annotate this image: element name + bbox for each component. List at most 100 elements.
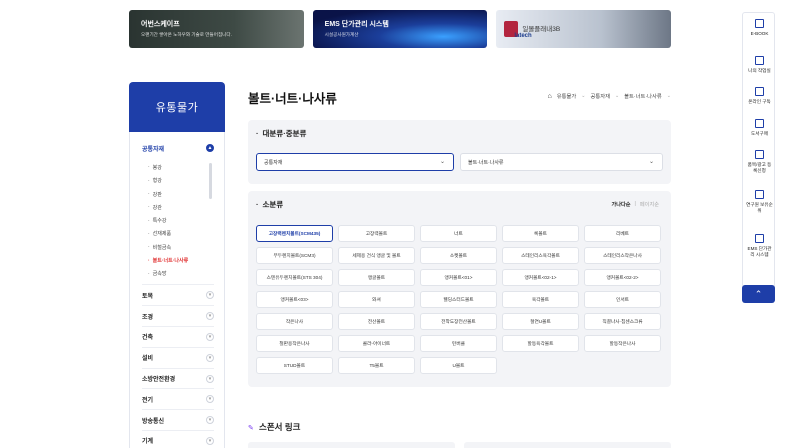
minor-category-item[interactable]: 고장력볼트: [338, 225, 415, 242]
minor-category-item[interactable]: 앵커볼트<01>: [420, 269, 497, 286]
submenu-item[interactable]: 강판: [148, 187, 214, 200]
home-icon[interactable]: ⌂: [548, 93, 552, 100]
minor-category-item[interactable]: 세제용 건식 앵글 및 볼트: [338, 247, 415, 264]
minor-category-item[interactable]: 록볼트: [502, 225, 579, 242]
sidebar-item-landscape[interactable]: 조경 ▾: [142, 306, 214, 328]
sidebar-item-fire-safety[interactable]: 소방안전환경 ▾: [142, 369, 214, 390]
major-category-select[interactable]: 공통자재 ⌄: [256, 153, 454, 171]
minor-category-item[interactable]: U볼트: [420, 357, 497, 374]
minor-category-panel: 소분류 가나다순 | 페이지순 고장력렌치볼트(SCM435) 고장력볼트 너트 록볼…: [248, 191, 671, 387]
minor-category-item[interactable]: 무두렌치볼트(SCM3): [256, 247, 333, 264]
sidebar-item-machinery[interactable]: 기계 ▾: [142, 431, 214, 448]
minor-category-item[interactable]: 작은나사: [256, 313, 333, 330]
chevron-down-icon[interactable]: ▾: [206, 353, 214, 362]
minor-category-item[interactable]: 턴버클: [420, 335, 497, 352]
minor-category-item[interactable]: 스텐유두렌치볼트(STS 304): [256, 269, 333, 286]
minor-category-item[interactable]: 할동작은나사: [584, 335, 661, 352]
sort-page[interactable]: 페이지순: [640, 201, 659, 208]
chevron-down-icon[interactable]: ⌄: [581, 93, 585, 99]
submenu-item[interactable]: 비철금속: [148, 241, 214, 254]
minor-category-item[interactable]: 앵글볼트: [338, 269, 415, 286]
minor-category-item[interactable]: T5볼트: [338, 357, 415, 374]
sponsor-link-box[interactable]: [464, 442, 671, 448]
quick-item-research[interactable]: 연구원 보유순위: [743, 190, 776, 214]
submenu-item[interactable]: 금속망: [148, 267, 214, 280]
quick-item-workspace[interactable]: 나의 작업실: [743, 56, 776, 74]
minor-category-item[interactable]: 리베트: [584, 225, 661, 242]
quick-item-label: E-BOOK: [750, 31, 769, 36]
banner-ems[interactable]: EMS 단가관리 시스템 시설공사원가계산: [312, 10, 488, 48]
chevron-down-icon[interactable]: ⌄: [615, 93, 619, 99]
chevron-down-icon[interactable]: ▾: [206, 291, 214, 300]
breadcrumb-item[interactable]: 볼트·너트·나사류: [624, 92, 662, 100]
sidebar-item-architecture[interactable]: 건축 ▾: [142, 327, 214, 348]
sort-options: 가나다순 | 페이지순: [611, 201, 659, 208]
sidebar-item-common-materials[interactable]: 공통자재 ▲: [142, 138, 214, 159]
minor-category-item-active[interactable]: 고장력렌치볼트(SCM435): [256, 225, 333, 242]
submenu-item[interactable]: 강관: [148, 201, 214, 214]
minor-category-item[interactable]: 앵커볼트<03>: [256, 291, 333, 308]
chevron-up-icon[interactable]: ▲: [206, 144, 214, 153]
minor-category-item[interactable]: 철판용작은나사: [256, 335, 333, 352]
minor-category-item[interactable]: 너트: [420, 225, 497, 242]
minor-category-item[interactable]: 앵커볼트<02-1>: [502, 269, 579, 286]
quick-item-label: 나의 작업실: [748, 68, 771, 73]
chevron-down-icon[interactable]: ▾: [206, 374, 214, 383]
banner-subtitle: 오랜기간 쌓아온 노하우와 기술로 만들어집니다.: [141, 32, 232, 37]
minor-category-item[interactable]: 앵커볼트<02-2>: [584, 269, 661, 286]
breadcrumb-item[interactable]: 공통자재: [590, 92, 610, 100]
quick-item-subscribe[interactable]: 온라인 구독: [743, 87, 776, 105]
quick-item-ems[interactable]: EMS 단가관리 시스템: [743, 234, 776, 258]
banner-subtitle: 시설공사원가계산: [324, 32, 359, 37]
scroll-top-button[interactable]: ⌃: [742, 285, 775, 303]
minor-category-item[interactable]: 전산볼트: [338, 313, 415, 330]
submenu-item[interactable]: 선재제품: [148, 227, 214, 240]
quick-item-register[interactable]: 품목/광고 등록신청: [743, 150, 776, 174]
banner-latech[interactable]: latech 일몰플래내3B: [496, 10, 672, 48]
submenu-scrollbar[interactable]: [209, 162, 212, 199]
quick-item-books[interactable]: 도서구매: [743, 119, 776, 137]
sort-alphabetical[interactable]: 가나다순: [611, 201, 630, 208]
edit-icon: [755, 150, 764, 159]
sidebar-menu: 공통자재 ▲ 봉강 형강 강판 강관 특수강 선재제품 비철금속 볼트·너트·나…: [129, 132, 225, 448]
minor-category-item[interactable]: 콜라-아이너트: [338, 335, 415, 352]
sponsor-links: [248, 442, 671, 448]
chevron-up-icon: ⌃: [754, 288, 763, 299]
banner-title: EMS 단가관리 시스템: [324, 21, 389, 28]
top-banners: 어번스케이프 오랜기간 쌓아온 노하우와 기술로 만들어집니다. EMS 단가관…: [129, 10, 672, 48]
submenu-item-active[interactable]: 볼트·너트·나사류: [148, 254, 214, 267]
minor-category-item[interactable]: 스테인리스육각볼트: [502, 247, 579, 264]
banner-urbanscape[interactable]: 어번스케이프 오랜기간 쌓아온 노하우와 기술로 만들어집니다.: [129, 10, 304, 48]
chevron-down-icon[interactable]: ▾: [206, 332, 214, 341]
quick-menu: E-BOOK 나의 작업실 온라인 구독 도서구매 품목/광고 등록신청 연구원…: [742, 12, 775, 288]
sidebar-item-civil[interactable]: 토목 ▾: [142, 285, 214, 307]
submenu-item[interactable]: 특수강: [148, 214, 214, 227]
sidebar-item-equipment[interactable]: 설비 ▾: [142, 348, 214, 369]
minor-category-item[interactable]: 전착도장전산볼트: [420, 313, 497, 330]
minor-category-item[interactable]: 절연U볼트: [502, 313, 579, 330]
minor-category-item[interactable]: 소켓볼트: [420, 247, 497, 264]
sidebar-item-electric[interactable]: 전기 ▾: [142, 389, 214, 411]
submenu-item[interactable]: 형강: [148, 174, 214, 187]
sidebar-item-label: 기계: [142, 439, 154, 446]
chevron-down-icon[interactable]: ▾: [206, 312, 214, 321]
sponsor-link-box[interactable]: [248, 442, 455, 448]
minor-category-item[interactable]: 할동육각볼트: [502, 335, 579, 352]
sidebar-item-broadcast[interactable]: 방송통신 ▾: [142, 410, 214, 432]
chevron-down-icon[interactable]: ▾: [206, 395, 214, 404]
minor-category-item[interactable]: 와셔: [338, 291, 415, 308]
minor-category-item[interactable]: 육각볼트: [502, 291, 579, 308]
minor-category-item[interactable]: 직결나사·칩센스크류: [584, 313, 661, 330]
medium-category-select[interactable]: 볼트·너트·나사류 ⌄: [460, 153, 663, 171]
chevron-down-icon[interactable]: ⌄: [667, 93, 671, 99]
sidebar-item-label: 공통자재: [142, 146, 165, 153]
minor-category-item[interactable]: 스테인리스작은나사: [584, 247, 661, 264]
quick-item-ebook[interactable]: E-BOOK: [743, 19, 776, 37]
chevron-down-icon[interactable]: ▾: [206, 436, 214, 445]
minor-category-item[interactable]: 웰딩스터드볼트: [420, 291, 497, 308]
submenu-item[interactable]: 봉강: [148, 161, 214, 174]
minor-category-item[interactable]: 인서트: [584, 291, 661, 308]
chevron-down-icon[interactable]: ▾: [206, 416, 214, 425]
minor-category-item[interactable]: STUD볼트: [256, 357, 333, 374]
breadcrumb-item[interactable]: 유통물가: [557, 92, 577, 100]
